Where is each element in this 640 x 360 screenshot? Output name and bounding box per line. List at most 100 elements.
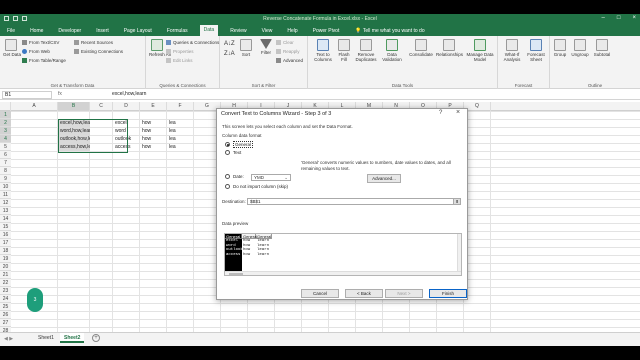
row-header-11[interactable]: 11 (0, 191, 11, 199)
manage-data-model-button[interactable]: Manage Data Model (466, 39, 494, 62)
row-header-24[interactable]: 24 (0, 295, 11, 303)
cell-f4[interactable]: lea (167, 135, 194, 143)
radio-text-button[interactable] (225, 150, 230, 155)
radio-date-button[interactable] (225, 174, 230, 179)
text-to-columns-button[interactable]: Text to Columns (312, 39, 334, 62)
relationships-button[interactable]: Relationships (436, 39, 463, 57)
edit-links-button[interactable]: Edit Links (166, 58, 193, 63)
get-data-button[interactable]: Get Data (3, 39, 21, 57)
formula-input[interactable]: excel,how,learn (112, 91, 146, 98)
column-header-b[interactable]: B (58, 102, 90, 111)
row-header-4[interactable]: 4 (0, 135, 11, 143)
flash-fill-button[interactable]: Flash Fill (336, 39, 352, 62)
cell-e3[interactable]: how (140, 127, 167, 135)
row-header-19[interactable]: 19 (0, 255, 11, 263)
radio-date[interactable]: Date: (225, 174, 244, 179)
remove-duplicates-button[interactable]: Remove Duplicates (354, 39, 378, 62)
advanced-filter-button[interactable]: Advanced (276, 58, 303, 63)
row-header-2[interactable]: 2 (0, 119, 11, 127)
row-header-15[interactable]: 15 (0, 223, 11, 231)
finish-button[interactable]: Finish (429, 289, 467, 298)
tab-help[interactable]: Help (284, 27, 300, 35)
next-button[interactable]: Next > (385, 289, 423, 298)
preview-scroll-thumb[interactable] (229, 273, 243, 275)
row-header-26[interactable]: 26 (0, 311, 11, 319)
column-header-d[interactable]: D (113, 102, 140, 111)
preview-horizontal-scrollbar[interactable] (225, 271, 461, 275)
name-box[interactable]: B1 (2, 91, 52, 99)
collapse-dialog-icon[interactable]: ⬆ (453, 199, 460, 204)
preview-column-2[interactable]: General how how how how (242, 234, 257, 272)
data-validation-button[interactable]: Data Validation (380, 39, 404, 62)
cancel-button[interactable]: Cancel (301, 289, 339, 298)
row-header-7[interactable]: 7 (0, 159, 11, 167)
tab-file[interactable]: File (4, 27, 18, 35)
row-header-27[interactable]: 27 (0, 319, 11, 327)
radio-text[interactable]: Text (225, 150, 241, 155)
column-header-q[interactable]: Q (464, 102, 491, 111)
sheet-nav-arrows[interactable]: ◀ ▶ (4, 336, 13, 342)
row-header-8[interactable]: 8 (0, 167, 11, 175)
tab-power-pivot[interactable]: Power Pivot (310, 27, 343, 35)
column-header-c[interactable]: C (90, 102, 113, 111)
tab-page-layout[interactable]: Page Layout (121, 27, 155, 35)
row-header-20[interactable]: 20 (0, 263, 11, 271)
recent-sources-button[interactable]: Recent Sources (74, 40, 113, 45)
reapply-button[interactable]: Reapply (276, 49, 300, 54)
select-all-corner[interactable] (0, 102, 11, 111)
advanced-button[interactable]: Advanced... (367, 174, 401, 183)
ungroup-button[interactable]: Ungroup (570, 39, 590, 57)
row-header-10[interactable]: 10 (0, 183, 11, 191)
data-preview[interactable]: General learn learn learn learn General how how… (224, 233, 462, 276)
tab-data[interactable]: Data (199, 25, 219, 36)
row-header-18[interactable]: 18 (0, 247, 11, 255)
refresh-all-button[interactable]: Refresh All (149, 39, 171, 57)
row-header-9[interactable]: 9 (0, 175, 11, 183)
column-header-e[interactable]: E (140, 102, 167, 111)
row-header-25[interactable]: 25 (0, 303, 11, 311)
add-sheet-icon[interactable]: + (92, 334, 100, 342)
row-header-3[interactable]: 3 (0, 127, 11, 135)
row-header-22[interactable]: 22 (0, 279, 11, 287)
column-header-f[interactable]: F (167, 102, 194, 111)
radio-general-button[interactable] (225, 142, 230, 147)
sheet-tab-sheet2[interactable]: Sheet2 (60, 333, 85, 343)
cell-f2[interactable]: lea (167, 119, 194, 127)
tab-home[interactable]: Home (27, 27, 46, 35)
row-header-14[interactable]: 14 (0, 215, 11, 223)
from-text-csv-button[interactable]: From Text/CSV (22, 40, 59, 45)
preview-column-1[interactable]: General excel word outlook access (225, 234, 243, 272)
cell-f5[interactable]: lea (167, 143, 194, 151)
close-window-icon[interactable]: × (632, 15, 636, 21)
column-header-a[interactable]: A (11, 102, 58, 111)
preview-column-3[interactable]: General learn learn learn learn (256, 234, 272, 272)
cell-e2[interactable]: how (140, 119, 167, 127)
tab-developer[interactable]: Developer (55, 27, 84, 35)
tell-me-search[interactable]: 💡 Tell me what you want to do (355, 28, 424, 34)
tab-insert[interactable]: Insert (93, 27, 112, 35)
existing-connections-button[interactable]: Existing Connections (74, 49, 123, 54)
row-header-6[interactable]: 6 (0, 151, 11, 159)
sort-az-button[interactable]: A↓Z (224, 41, 235, 47)
cell-f3[interactable]: lea (167, 127, 194, 135)
radio-general[interactable]: General (225, 141, 254, 148)
back-button[interactable]: < Back (345, 289, 383, 298)
group-button[interactable]: Group (552, 39, 568, 57)
radio-skip[interactable]: Do not import column (skip) (225, 184, 288, 189)
row-header-17[interactable]: 17 (0, 239, 11, 247)
sort-button[interactable]: Sort (238, 39, 254, 57)
clear-button[interactable]: Clear (276, 40, 294, 45)
date-format-select[interactable]: YMD ⌄ (251, 174, 291, 181)
tab-formulas[interactable]: Formulas (164, 27, 191, 35)
queries-connections-button[interactable]: Queries & Connections (166, 40, 219, 45)
tab-view[interactable]: View (259, 27, 276, 35)
row-header-12[interactable]: 12 (0, 199, 11, 207)
cell-e5[interactable]: how (140, 143, 167, 151)
tab-review[interactable]: Review (227, 27, 249, 35)
minimize-icon[interactable]: – (602, 15, 605, 21)
sheet-tab-sheet1[interactable]: Sheet1 (34, 333, 58, 343)
row-header-13[interactable]: 13 (0, 207, 11, 215)
forecast-sheet-button[interactable]: Forecast Sheet (525, 39, 547, 62)
filter-button[interactable]: Filter (258, 39, 274, 55)
destination-input[interactable]: $B$1 ⬆ (247, 198, 461, 205)
